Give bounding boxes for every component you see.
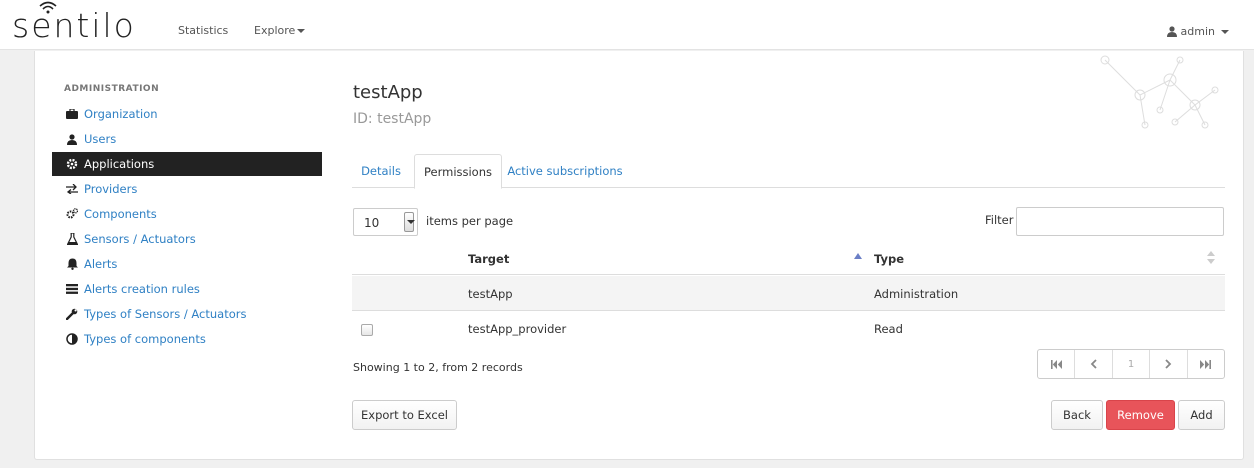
page-number-button[interactable]: 1 (1113, 350, 1151, 378)
filter-label: Filter (985, 213, 1014, 227)
bell-icon (66, 258, 78, 270)
sidebar-item-label: Sensors / Actuators (84, 232, 196, 246)
items-per-page-value: 10 (364, 216, 380, 230)
exchange-icon (66, 183, 78, 195)
user-icon (66, 133, 78, 145)
wrench-icon (66, 308, 78, 320)
prev-page-button[interactable] (1075, 350, 1113, 378)
contrast-icon (66, 333, 78, 345)
sidebar-item-sensors-actuators[interactable]: Sensors / Actuators (52, 227, 322, 251)
page-title: testApp (353, 82, 423, 103)
user-name: admin (1180, 25, 1215, 38)
sidebar-item-components[interactable]: Components (52, 202, 322, 226)
sidebar-item-types-sensors-actuators[interactable]: Types of Sensors / Actuators (52, 302, 322, 326)
first-page-button[interactable] (1038, 350, 1076, 378)
sidebar-item-label: Organization (84, 107, 158, 121)
chevron-down-icon (297, 29, 306, 33)
chevron-right-icon (1165, 359, 1172, 369)
top-navbar: sentilo Statistics Explore admin (0, 0, 1254, 50)
export-excel-button[interactable]: Export to Excel (352, 400, 457, 430)
nav-explore[interactable]: Explore (254, 24, 306, 37)
table-row[interactable]: testApp_provider Read (352, 311, 1225, 347)
network-decoration (1100, 55, 1219, 129)
tab-details[interactable]: Details (352, 154, 410, 188)
sidebar-item-label: Types of components (84, 332, 206, 346)
briefcase-icon (66, 108, 78, 120)
sidebar-item-label: Providers (84, 182, 138, 196)
sort-ascending-icon[interactable] (854, 253, 862, 259)
sidebar-item-label: Users (84, 132, 117, 146)
sidebar-item-types-components[interactable]: Types of components (52, 327, 322, 351)
sidebar-item-label: Types of Sensors / Actuators (84, 307, 247, 321)
user-menu[interactable]: admin (1166, 25, 1229, 38)
last-page-icon (1200, 359, 1212, 369)
cell-type: Read (874, 322, 903, 336)
sidebar-item-label: Applications (84, 157, 155, 171)
nav-explore-label: Explore (254, 24, 296, 37)
sidebar-item-providers[interactable]: Providers (52, 177, 322, 201)
sidebar-header: ADMINISTRATION (64, 84, 160, 94)
sidebar-item-alerts-creation-rules[interactable]: Alerts creation rules (52, 277, 322, 301)
cell-target: testApp_provider (468, 322, 567, 336)
back-button[interactable]: Back (1051, 400, 1103, 430)
dropdown-button[interactable] (404, 212, 415, 232)
cell-target: testApp (468, 287, 513, 301)
sidebar-item-organization[interactable]: Organization (52, 102, 322, 126)
next-page-button[interactable] (1150, 350, 1188, 378)
user-icon (1166, 26, 1177, 37)
sidebar-item-label: Alerts (84, 257, 118, 271)
last-page-button[interactable] (1188, 350, 1224, 378)
items-per-page-label: items per page (426, 214, 514, 228)
tab-permissions[interactable]: Permissions (414, 154, 502, 189)
nav-statistics[interactable]: Statistics (178, 24, 228, 37)
sort-icon[interactable] (1207, 251, 1215, 265)
sidebar-item-applications[interactable]: Applications (52, 152, 322, 176)
table-header: Target Type (352, 243, 1225, 275)
gear-icon (66, 158, 78, 170)
tab-bar: Details Permissions Active subscriptions (352, 154, 1225, 189)
app-id: ID: testApp (353, 111, 432, 127)
chevron-left-icon (1090, 359, 1097, 369)
wifi-icon (39, 1, 57, 14)
column-header-target[interactable]: Target (468, 252, 509, 266)
add-button[interactable]: Add (1178, 400, 1225, 430)
first-page-icon (1050, 359, 1062, 369)
pagination: 1 (1037, 349, 1225, 379)
sidebar-item-label: Components (84, 207, 157, 221)
sidebar-item-users[interactable]: Users (52, 127, 322, 151)
sidebar-item-label: Alerts creation rules (84, 282, 200, 296)
tab-active-subscriptions[interactable]: Active subscriptions (506, 154, 624, 188)
filter-input[interactable] (1016, 207, 1224, 236)
cogs-icon (66, 208, 78, 220)
table-row[interactable]: testApp Administration (352, 276, 1225, 311)
flask-icon (66, 233, 78, 245)
items-per-page-select[interactable]: 10 (353, 208, 418, 236)
records-info: Showing 1 to 2, from 2 records (353, 361, 523, 374)
chevron-down-icon (407, 220, 415, 224)
column-header-type[interactable]: Type (874, 252, 904, 266)
sidebar-item-alerts[interactable]: Alerts (52, 252, 322, 276)
logo-text: sentilo (12, 6, 136, 45)
cell-type: Administration (874, 287, 959, 301)
remove-button[interactable]: Remove (1106, 400, 1175, 430)
sentilo-logo[interactable]: sentilo (12, 1, 136, 45)
list-icon (66, 283, 78, 295)
row-checkbox[interactable] (361, 324, 373, 336)
chevron-down-icon (1221, 29, 1229, 34)
